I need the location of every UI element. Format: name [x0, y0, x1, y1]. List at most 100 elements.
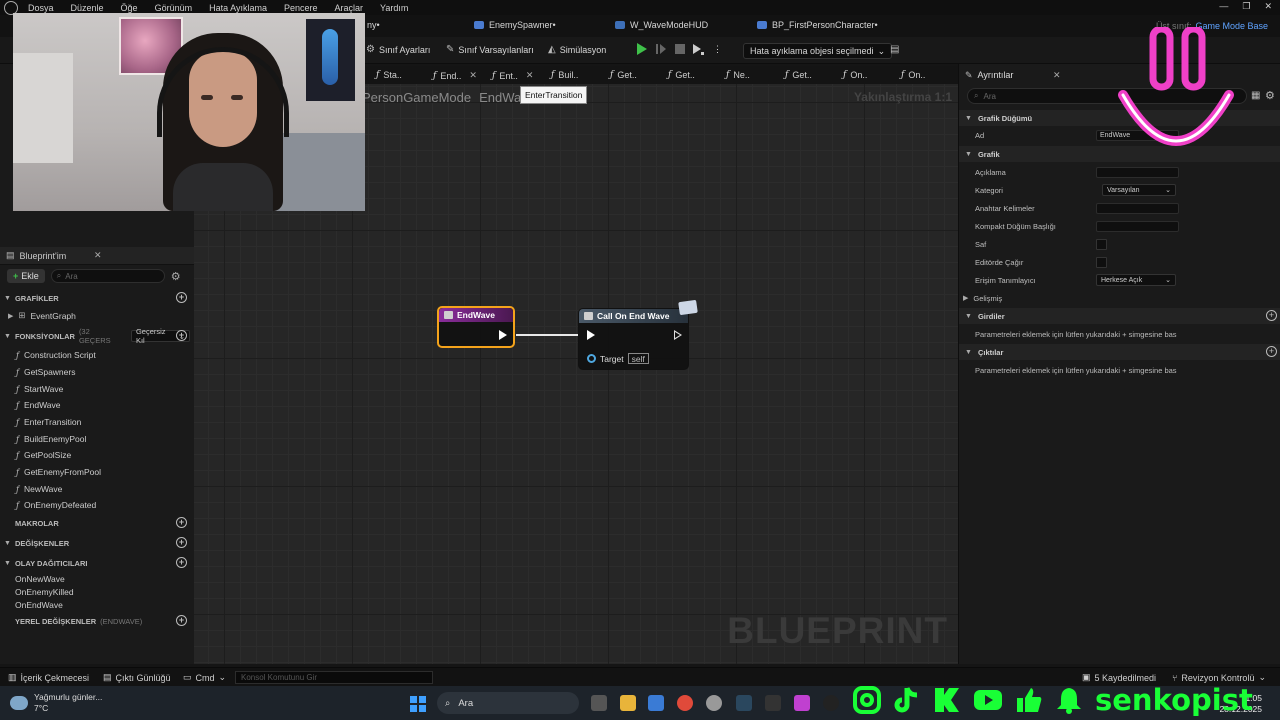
target-pin[interactable]	[587, 354, 596, 363]
menu-edit[interactable]: Düzenle	[71, 3, 104, 13]
add-macro-icon[interactable]: +	[176, 517, 187, 528]
add-local-variable-icon[interactable]: +	[176, 615, 187, 626]
details-tab[interactable]: ✎ Ayrıntılar ✕	[959, 66, 1069, 84]
file-explorer-icon[interactable]	[620, 695, 636, 711]
section-macros[interactable]: MAKROLAR +	[4, 515, 190, 531]
function-item[interactable]: ƒ OnEnemyDefeated	[16, 500, 96, 510]
gear-icon[interactable]: ⚙	[171, 270, 181, 283]
group-advanced[interactable]: ▶ Gelişmiş	[963, 290, 1263, 306]
windows-start-icon[interactable]	[410, 696, 426, 712]
chrome-icon[interactable]	[677, 695, 693, 711]
access-dropdown[interactable]: Herkese Açık ⌄	[1096, 274, 1176, 286]
menu-view[interactable]: Görünüm	[155, 3, 193, 13]
function-item[interactable]: ƒ GetSpawners	[16, 367, 75, 377]
task-view-icon[interactable]	[591, 695, 607, 711]
function-item[interactable]: ƒ StartWave	[16, 384, 63, 394]
weather-widget[interactable]: Yağmurlu günler... 7°C	[10, 692, 102, 714]
app-icon[interactable]	[706, 695, 722, 711]
dispatcher-item[interactable]: OnNewWave	[15, 574, 65, 584]
add-output-icon[interactable]: +	[1266, 346, 1277, 357]
pure-checkbox[interactable]	[1096, 238, 1107, 250]
asset-tab-wavemodehud[interactable]: W_WaveModeHUD	[615, 20, 708, 30]
add-button[interactable]: + Ekle	[7, 269, 45, 283]
step-icon[interactable]	[655, 43, 667, 55]
group-inputs[interactable]: ▼ Girdiler +	[959, 308, 1280, 324]
function-entry-node[interactable]: EndWave	[437, 306, 515, 348]
section-graphs[interactable]: ▼ GRAFİKLER +	[4, 290, 190, 306]
unreal-engine-icon[interactable]	[823, 695, 839, 711]
call-dispatcher-node[interactable]: Call On End Wave Target self	[578, 308, 689, 370]
class-defaults-button[interactable]: ✎ Sınıf Varsayılanları	[446, 44, 534, 55]
simulation-button[interactable]: ◭ Simülasyon	[548, 44, 606, 55]
minimize-icon[interactable]: —	[1219, 1, 1228, 12]
graph-item-eventgraph[interactable]: ▶ ⊞ EventGraph	[8, 310, 76, 321]
close-icon[interactable]: ✕	[1053, 70, 1061, 81]
graph-tab[interactable]: ƒ Get..	[785, 70, 812, 80]
close-icon[interactable]: ✕	[94, 250, 102, 261]
function-item[interactable]: ƒ NewWave	[16, 484, 62, 494]
add-variable-icon[interactable]: +	[176, 537, 187, 548]
asset-tab-gamemode[interactable]: ny•	[367, 20, 380, 30]
exec-output-pin[interactable]	[674, 330, 682, 340]
close-icon[interactable]: ✕	[526, 70, 534, 81]
function-item[interactable]: ƒ EnterTransition	[16, 417, 81, 427]
keywords-input[interactable]	[1096, 202, 1179, 214]
debug-object-select[interactable]: Hata ayıklama objesi seçilmedi ⌄	[743, 43, 893, 59]
target-value[interactable]: self	[627, 353, 649, 364]
taskbar-search[interactable]: ⌕ Ara	[437, 692, 579, 714]
section-dispatchers[interactable]: ▼ OLAY DAĞITICILARI +	[4, 555, 190, 571]
epic-games-icon[interactable]	[765, 695, 781, 711]
category-dropdown[interactable]: Varsayılan ⌄	[1102, 184, 1176, 196]
section-functions[interactable]: ▼ FONKSİYONLAR (32 GEÇERS Geçersiz Kıl ⌄ +	[4, 327, 190, 345]
class-settings-button[interactable]: ⚙ Sınıf Ayarları	[366, 44, 430, 55]
app-icon[interactable]	[794, 695, 810, 711]
graph-tab[interactable]: ƒ Ne..	[726, 70, 750, 80]
gear-icon[interactable]: ⚙	[1265, 89, 1275, 102]
graph-tab[interactable]: ƒ Get..	[668, 70, 695, 80]
menu-window[interactable]: Pencere	[284, 3, 318, 13]
restore-icon[interactable]: ❐	[1242, 1, 1250, 12]
menu-debug[interactable]: Hata Ayıklama	[209, 3, 267, 13]
function-item[interactable]: ƒ GetPoolSize	[16, 450, 71, 460]
function-item[interactable]: ƒ GetEnemyFromPool	[16, 467, 101, 477]
debug-filter-icon[interactable]: ▤	[890, 44, 899, 55]
function-item[interactable]: ƒ BuildEnemyPool	[16, 434, 86, 444]
menu-asset[interactable]: Öğe	[121, 3, 138, 13]
exec-output-pin[interactable]	[499, 330, 507, 340]
asset-tab-firstpersoncharacter[interactable]: BP_FirstPersonCharacter•	[757, 20, 878, 30]
menu-tools[interactable]: Araçlar	[335, 3, 364, 13]
add-input-icon[interactable]: +	[1266, 310, 1277, 321]
dispatcher-item[interactable]: OnEndWave	[15, 600, 63, 610]
graph-tab[interactable]: ƒ Ent.. ✕	[492, 70, 533, 81]
exec-input-pin[interactable]	[587, 330, 595, 340]
eject-icon[interactable]	[692, 43, 704, 55]
stop-icon[interactable]	[674, 43, 686, 55]
close-icon[interactable]: ✕	[1264, 1, 1272, 12]
section-variables[interactable]: ▼ DEĞİŞKENLER +	[4, 535, 190, 551]
table-view-icon[interactable]: ▦	[1251, 90, 1260, 101]
asset-tab-enemyspawner[interactable]: EnemySpawner•	[474, 20, 556, 30]
add-function-icon[interactable]: +	[176, 330, 187, 341]
add-dispatcher-icon[interactable]: +	[176, 557, 187, 568]
console-input[interactable]: Konsol Komutunu Gir	[235, 671, 433, 684]
description-input[interactable]	[1096, 166, 1179, 178]
section-local-variables[interactable]: YEREL DEĞİŞKENLER (ENDWAVE) +	[4, 613, 190, 629]
store-icon[interactable]	[648, 695, 664, 711]
graph-tab-active[interactable]: ƒ End.. ✕	[433, 70, 477, 81]
my-blueprint-search[interactable]: ⌕ Ara	[50, 269, 165, 283]
add-graph-icon[interactable]: +	[176, 292, 187, 303]
steam-icon[interactable]	[736, 695, 752, 711]
function-item[interactable]: ƒ EndWave	[16, 400, 61, 410]
compact-title-input[interactable]	[1096, 220, 1179, 232]
graph-tab[interactable]: ƒ Get..	[610, 70, 637, 80]
function-item[interactable]: ƒ Construction Script	[16, 350, 96, 360]
revision-control-button[interactable]: ⑂ Revizyon Kontrolü ⌄	[1172, 672, 1266, 683]
call-in-editor-checkbox[interactable]	[1096, 256, 1107, 268]
unsaved-button[interactable]: ▣ 5 Kaydedilmedi	[1082, 672, 1156, 683]
dispatcher-item[interactable]: OnEnemyKilled	[15, 587, 74, 597]
breadcrumb-current[interactable]: EndWa	[479, 90, 521, 105]
menu-help[interactable]: Yardım	[380, 3, 408, 13]
graph-tab[interactable]: ƒ On..	[843, 70, 867, 80]
output-log-button[interactable]: ▤ Çıktı Günlüğü	[103, 672, 171, 683]
group-outputs[interactable]: ▼ Çıktılar +	[959, 344, 1280, 360]
